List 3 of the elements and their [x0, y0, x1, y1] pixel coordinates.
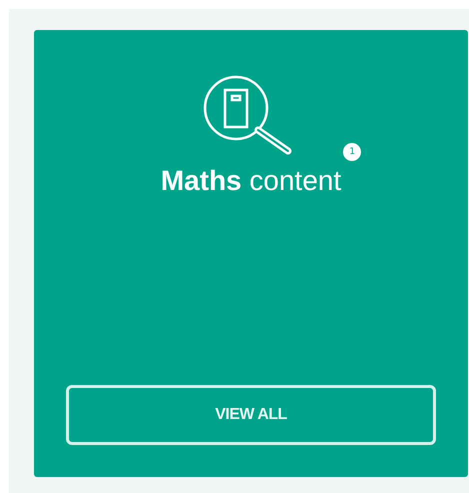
count-badge: 1: [343, 143, 362, 161]
view-all-button[interactable]: VIEW ALL: [66, 385, 436, 445]
card-title: Maths content: [160, 165, 342, 197]
